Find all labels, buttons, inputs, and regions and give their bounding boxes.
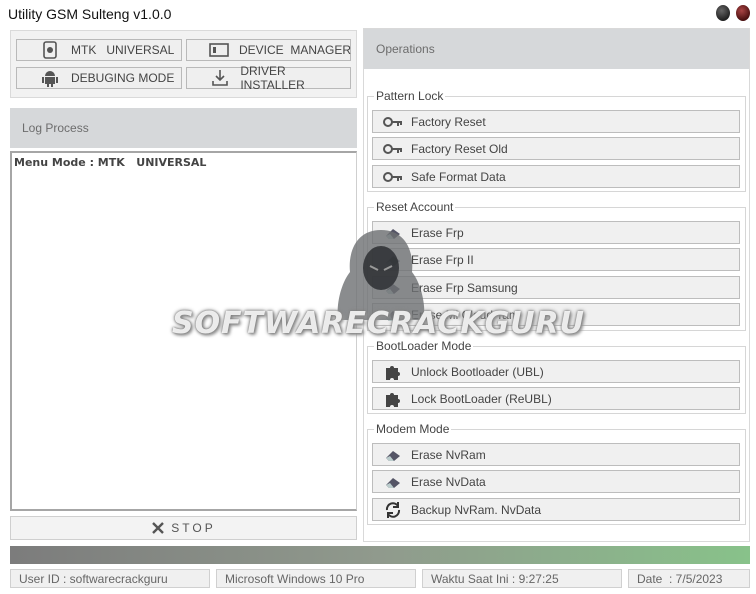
- factory-reset-old-label: Factory Reset Old: [411, 141, 508, 156]
- erase-frp-samsung-button[interactable]: Erase Frp Samsung: [372, 276, 740, 299]
- puzzle-icon: [383, 363, 403, 381]
- modem-label: Modem Mode: [374, 422, 452, 436]
- debugging-mode-button[interactable]: DEBUGING MODE: [16, 67, 182, 89]
- erase-nvdata-button[interactable]: Erase NvData: [372, 470, 740, 493]
- eraser-icon: [383, 251, 403, 269]
- pattern-lock-label: Pattern Lock: [374, 89, 446, 103]
- puzzle-icon: [383, 390, 403, 408]
- device-manager-button[interactable]: DEVICE MANAGER: [186, 39, 351, 61]
- erase-frp-button[interactable]: Erase Frp: [372, 221, 740, 244]
- stop-button[interactable]: STOP: [10, 516, 357, 540]
- erase-nvram-button[interactable]: Erase NvRam: [372, 443, 740, 466]
- unlock-bootloader-button[interactable]: Unlock Bootloader (UBL): [372, 360, 740, 383]
- eraser-icon: [383, 224, 403, 242]
- factory-reset-old-button[interactable]: Factory Reset Old: [372, 137, 740, 160]
- status-os: Microsoft Windows 10 Pro: [216, 569, 416, 588]
- eraser-icon: [383, 279, 403, 297]
- safe-format-data-label: Safe Format Data: [411, 169, 506, 184]
- reset-account-label: Reset Account: [374, 200, 456, 214]
- erase-frp-ii-button[interactable]: Erase Frp II: [372, 248, 740, 271]
- mtk-universal-label: MTK UNIVERSAL: [71, 43, 175, 57]
- safe-format-data-button[interactable]: Safe Format Data: [372, 165, 740, 188]
- lock-bootloader-label: Lock BootLoader (ReUBL): [411, 391, 552, 406]
- android-icon: [39, 69, 61, 87]
- log-header: Log Process: [10, 108, 357, 148]
- driver-installer-button[interactable]: DRIVER INSTALLER: [186, 64, 351, 92]
- driver-installer-label: DRIVER INSTALLER: [240, 64, 305, 92]
- phone-icon: [39, 41, 61, 59]
- factory-reset-label: Factory Reset: [411, 114, 486, 129]
- erase-mi-cloud-button[interactable]: Erase Mi Cloud Tam: [372, 303, 740, 326]
- backup-nvram-button[interactable]: Backup NvRam. NvData: [372, 498, 740, 521]
- erase-frp-samsung-label: Erase Frp Samsung: [411, 280, 518, 295]
- stop-label: STOP: [171, 521, 216, 535]
- sync-icon: [383, 501, 403, 519]
- erase-nvdata-label: Erase NvData: [411, 474, 486, 489]
- erase-nvram-label: Erase NvRam: [411, 447, 486, 462]
- progress-bar: [10, 546, 750, 564]
- eraser-icon: [383, 446, 403, 464]
- factory-reset-button[interactable]: Factory Reset: [372, 110, 740, 133]
- key-icon: [383, 168, 403, 186]
- erase-frp-label: Erase Frp: [411, 225, 464, 240]
- mtk-universal-button[interactable]: MTK UNIVERSAL: [16, 39, 182, 61]
- eraser-icon: [383, 306, 403, 324]
- status-time: Waktu Saat Ini : 9:27:25: [422, 569, 622, 588]
- debugging-mode-label: DEBUGING MODE: [71, 71, 175, 85]
- close-icon: [151, 521, 165, 535]
- eraser-icon: [383, 473, 403, 491]
- status-date: Date : 7/5/2023: [628, 569, 750, 588]
- device-manager-label: DEVICE MANAGER: [239, 43, 352, 57]
- window-title: Utility GSM Sulteng v1.0.0: [8, 6, 172, 22]
- log-line: Menu Mode : MTK UNIVERSAL: [14, 156, 207, 169]
- device-manager-icon: [209, 41, 229, 59]
- bootloader-label: BootLoader Mode: [374, 339, 474, 353]
- backup-nvram-label: Backup NvRam. NvData: [411, 502, 542, 517]
- erase-frp-ii-label: Erase Frp II: [411, 252, 474, 267]
- status-user: User ID : softwarecrackguru: [10, 569, 210, 588]
- minimize-button[interactable]: [716, 5, 730, 21]
- erase-mi-cloud-label: Erase Mi Cloud Tam: [411, 307, 519, 322]
- unlock-bootloader-label: Unlock Bootloader (UBL): [411, 364, 544, 379]
- key-icon: [383, 140, 403, 158]
- lock-bootloader-button[interactable]: Lock BootLoader (ReUBL): [372, 387, 740, 410]
- operations-header: Operations: [364, 29, 749, 69]
- close-button[interactable]: [736, 5, 750, 21]
- key-icon: [383, 113, 403, 131]
- log-output[interactable]: Menu Mode : MTK UNIVERSAL: [10, 151, 357, 511]
- download-icon: [209, 69, 230, 87]
